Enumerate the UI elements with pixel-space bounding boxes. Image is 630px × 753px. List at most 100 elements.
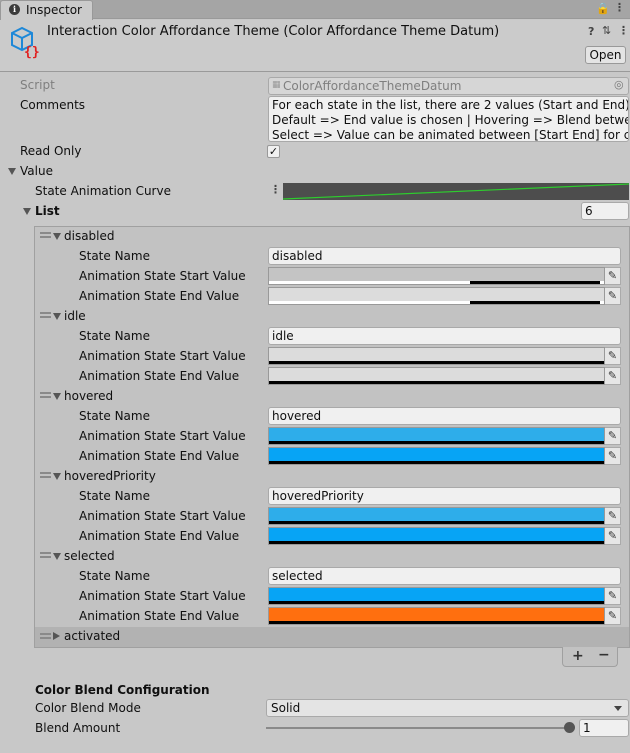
curve-label: State Animation Curve — [35, 184, 171, 198]
start-value-label: Animation State Start Value — [79, 429, 246, 443]
blend-amount-label: Blend Amount — [35, 721, 121, 735]
kebab-menu-icon[interactable]: ⋮ — [614, 1, 625, 14]
comments-line: Default => End value is chosen | Hoverin… — [272, 113, 629, 127]
drag-handle-icon[interactable] — [40, 232, 51, 238]
dropdown-arrow-icon — [614, 706, 622, 711]
add-item-icon[interactable]: + — [572, 648, 584, 664]
state-name-field[interactable]: idle — [268, 327, 621, 345]
blend-mode-value: Solid — [271, 701, 301, 715]
end-color-swatch[interactable] — [268, 447, 605, 465]
comments-textarea[interactable]: For each state in the list, there are 2 … — [268, 96, 629, 142]
list-foldout-arrow-icon[interactable] — [23, 208, 31, 215]
eyedropper-icon[interactable]: ✎ — [605, 507, 621, 525]
start-color-swatch[interactable] — [268, 347, 605, 365]
blend-amount-field[interactable]: 1 — [579, 719, 629, 737]
alpha-bar-bg — [269, 621, 604, 624]
state-name-field[interactable]: hoveredPriority — [268, 487, 621, 505]
state-name-label: State Name — [79, 569, 150, 583]
end-color-swatch[interactable] — [268, 287, 605, 305]
start-color-swatch[interactable] — [268, 507, 605, 525]
end-value-label: Animation State End Value — [79, 289, 240, 303]
alpha-bar-fill — [470, 281, 600, 284]
state-name-field[interactable]: selected — [268, 567, 621, 585]
end-value-label: Animation State End Value — [79, 609, 240, 623]
blend-mode-label: Color Blend Mode — [35, 701, 141, 715]
tab-inspector[interactable]: i Inspector — [0, 0, 93, 20]
presets-icon[interactable]: ⇅ — [602, 24, 611, 37]
state-name-value: idle — [272, 329, 294, 343]
end-color-swatch[interactable] — [268, 527, 605, 545]
comments-line: For each state in the list, there are 2 … — [272, 98, 629, 112]
alpha-bar-bg — [269, 381, 604, 384]
eyedropper-icon[interactable]: ✎ — [605, 367, 621, 385]
state-name-label: State Name — [79, 409, 150, 423]
read-only-checkbox[interactable]: ✓ — [267, 145, 280, 158]
alpha-bar-bg — [269, 361, 604, 364]
list-item-activated-row[interactable] — [35, 627, 629, 647]
alpha-bar-fill — [269, 361, 604, 364]
foldout-arrow-right-icon[interactable] — [53, 632, 60, 640]
foldout-arrow-icon[interactable] — [53, 313, 61, 320]
foldout-arrow-icon[interactable] — [53, 553, 61, 560]
help-icon[interactable]: ? — [588, 25, 594, 38]
eyedropper-icon[interactable]: ✎ — [605, 447, 621, 465]
end-color-swatch[interactable] — [268, 607, 605, 625]
start-value-label: Animation State Start Value — [79, 349, 246, 363]
foldout-arrow-icon[interactable] — [53, 393, 61, 400]
alpha-bar-fill — [269, 461, 604, 464]
script-field[interactable]: ColorAffordanceThemeDatum — [268, 77, 629, 95]
inspector-header: {} Interaction Color Affordance Theme (C… — [0, 20, 630, 72]
eyedropper-icon[interactable]: ✎ — [605, 587, 621, 605]
alpha-bar-fill — [269, 441, 604, 444]
list-item-label: hoveredPriority — [64, 469, 156, 483]
state-name-label: State Name — [79, 329, 150, 343]
list-item-label: idle — [64, 309, 86, 323]
start-color-swatch[interactable] — [268, 587, 605, 605]
list-item-label: selected — [64, 549, 115, 563]
list-item-activated-label: activated — [64, 629, 121, 643]
open-button[interactable]: Open — [585, 46, 626, 64]
state-name-field[interactable]: disabled — [268, 247, 621, 265]
blend-amount-value: 1 — [583, 721, 591, 735]
end-value-label: Animation State End Value — [79, 449, 240, 463]
start-color-swatch[interactable] — [268, 267, 605, 285]
list-footer: + − — [562, 647, 618, 667]
foldout-arrow-icon[interactable] — [53, 233, 61, 240]
alpha-bar-bg — [269, 541, 604, 544]
lock-icon[interactable]: 🔒 — [596, 2, 610, 15]
object-picker-icon[interactable]: ◎ — [614, 78, 624, 91]
script-value: ColorAffordanceThemeDatum — [283, 79, 462, 93]
drag-handle-icon[interactable] — [40, 392, 51, 398]
drag-handle-icon[interactable] — [40, 552, 51, 558]
eyedropper-icon[interactable]: ✎ — [605, 607, 621, 625]
drag-handle-icon[interactable] — [40, 633, 51, 639]
curve-menu-icon[interactable]: ⋮ — [270, 183, 281, 196]
animation-curve-field[interactable] — [283, 183, 629, 200]
eyedropper-icon[interactable]: ✎ — [605, 527, 621, 545]
eyedropper-icon[interactable]: ✎ — [605, 427, 621, 445]
list-count-field[interactable]: 6 — [581, 202, 629, 220]
blend-mode-dropdown[interactable]: Solid — [266, 699, 629, 717]
eyedropper-icon[interactable]: ✎ — [605, 267, 621, 285]
drag-handle-icon[interactable] — [40, 472, 51, 478]
start-color-swatch[interactable] — [268, 427, 605, 445]
alpha-bar-bg — [269, 461, 604, 464]
start-value-label: Animation State Start Value — [79, 509, 246, 523]
value-label: Value — [20, 164, 53, 178]
foldout-arrow-icon[interactable] — [53, 473, 61, 480]
eyedropper-icon[interactable]: ✎ — [605, 287, 621, 305]
script-file-icon: ▦ — [272, 80, 281, 90]
alpha-bar-bg — [269, 601, 604, 604]
state-name-value: hovered — [272, 409, 322, 423]
end-color-swatch[interactable] — [268, 367, 605, 385]
eyedropper-icon[interactable]: ✎ — [605, 347, 621, 365]
alpha-bar-bg — [269, 521, 604, 524]
svg-text:{}: {} — [24, 45, 40, 59]
value-foldout-arrow-icon[interactable] — [8, 168, 16, 175]
drag-handle-icon[interactable] — [40, 312, 51, 318]
blend-amount-slider-thumb[interactable] — [564, 722, 575, 733]
remove-item-icon[interactable]: − — [598, 647, 610, 663]
blend-amount-slider-track[interactable] — [266, 727, 570, 729]
state-name-field[interactable]: hovered — [268, 407, 621, 425]
more-options-icon[interactable]: ⋮ — [618, 24, 629, 37]
